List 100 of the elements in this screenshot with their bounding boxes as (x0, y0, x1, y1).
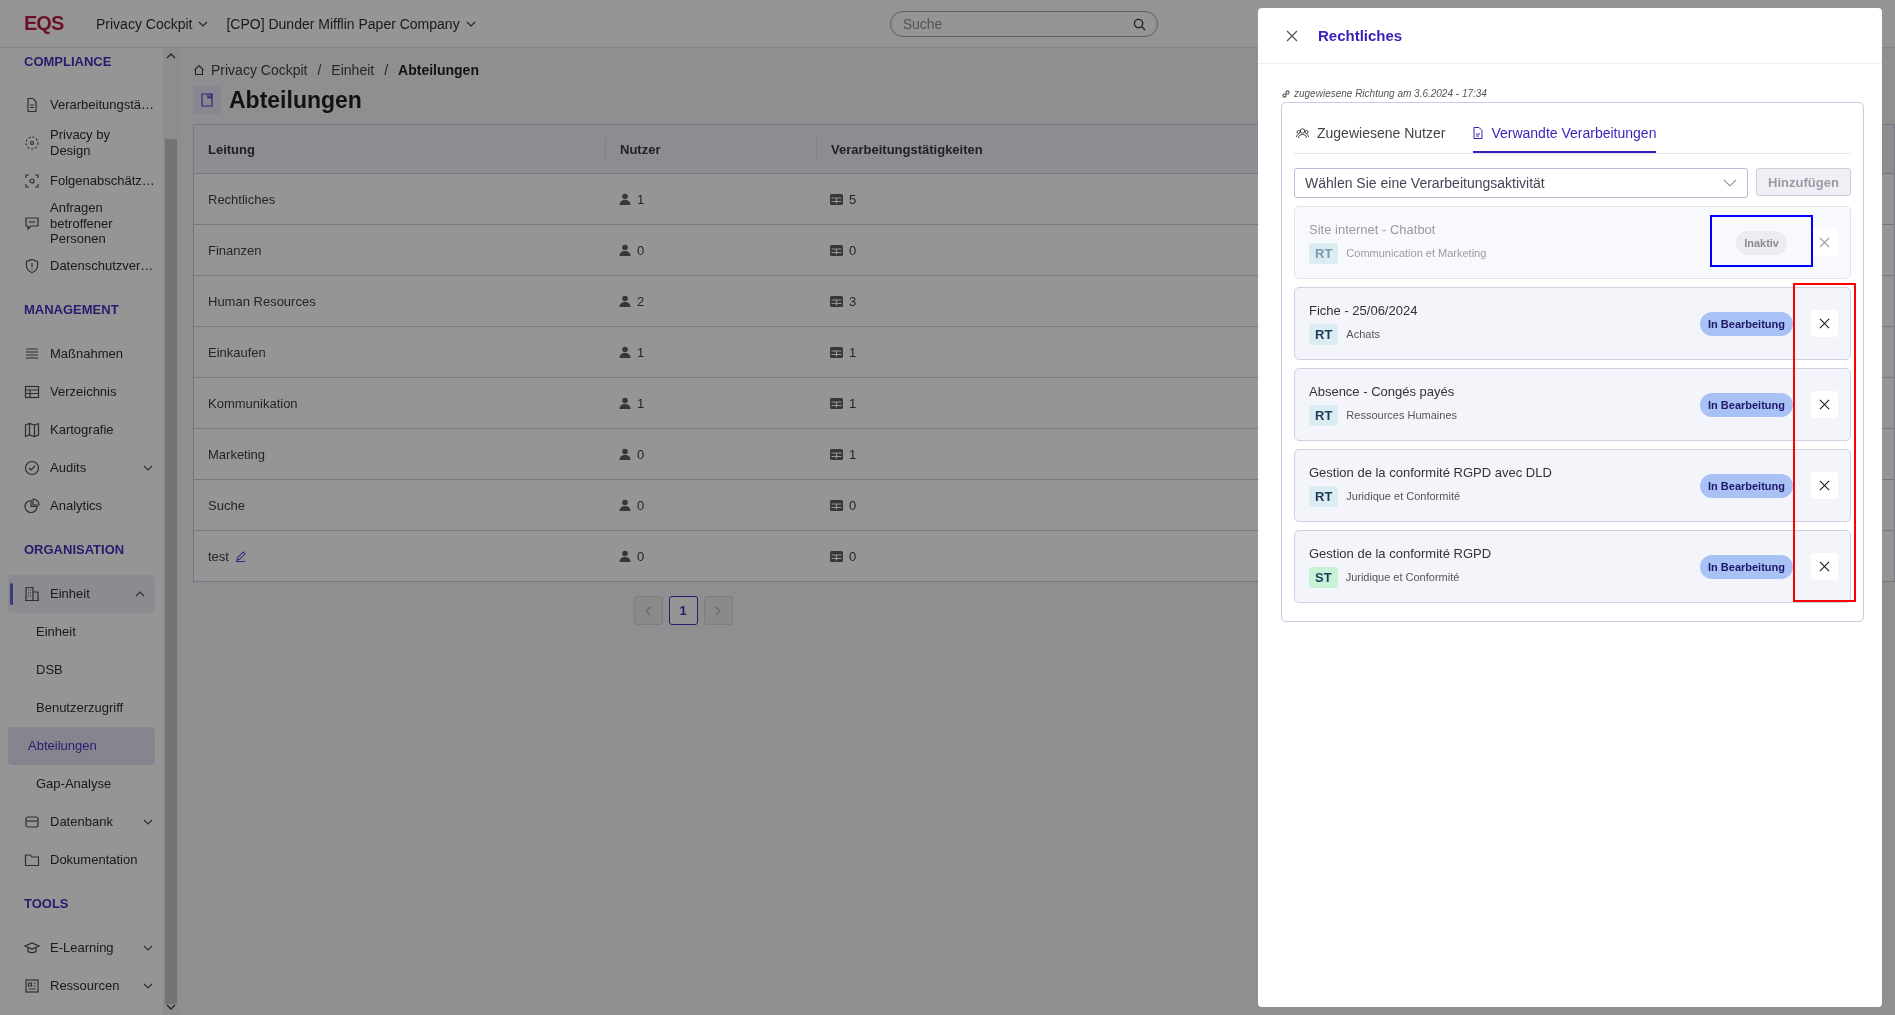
processing-title: Absence - Congés payés (1309, 383, 1456, 399)
nav-item[interactable]: Analytics (0, 486, 163, 525)
nav-subitem[interactable]: Abteilungen (8, 726, 155, 765)
user-count: 0 (637, 242, 645, 258)
type-tag: RT (1309, 485, 1339, 507)
chevron-right-icon (715, 605, 721, 616)
nav-subitem[interactable]: Einheit (8, 612, 155, 651)
department-label: Achats (1346, 328, 1380, 340)
remove-button[interactable] (1811, 229, 1838, 256)
activity-count: 3 (849, 293, 857, 309)
company-dropdown[interactable]: [CPO] Dunder Mifflin Paper Company (226, 15, 476, 32)
user-count: 0 (637, 548, 645, 564)
activity-count: 0 (849, 242, 857, 258)
news-icon (24, 977, 40, 994)
table-icon (830, 550, 843, 562)
chevron-down-icon (143, 944, 153, 951)
department-name[interactable]: Kommunikation (208, 395, 298, 411)
breadcrumb-current: Abteilungen (398, 62, 479, 78)
department-name[interactable]: Finanzen (208, 242, 262, 258)
close-icon (1819, 318, 1830, 329)
section-heading: COMPLIANCE (23, 52, 113, 71)
department-name[interactable]: Suche (208, 497, 245, 513)
breadcrumb-separator: / (317, 62, 322, 78)
nav-subitem[interactable]: Benutzerzugriff (8, 688, 155, 727)
activity-select[interactable]: Wählen Sie eine Verarbeitungsaktivität (1294, 168, 1748, 198)
page-title: Abteilungen (229, 86, 362, 114)
drawer-title: Rechtliches (1318, 27, 1403, 44)
status-badge: In Bearbeitung (1700, 554, 1793, 579)
department-label: Juridique et Conformité (1346, 490, 1461, 502)
activity-count: 1 (849, 446, 857, 462)
user-count: 0 (637, 497, 645, 513)
nav-item[interactable]: Anfragen betroffener Personen (0, 200, 163, 247)
nav-item[interactable]: Folgenabschätz… (0, 162, 163, 200)
chevron-down-icon (143, 464, 153, 471)
remove-button[interactable] (1811, 472, 1838, 499)
scan-icon (24, 173, 40, 189)
nav-item[interactable]: Ressourcen (0, 966, 163, 1005)
processing-item[interactable]: Absence - Congés payés RT Ressources Humaines In Bearbeitung (1294, 368, 1851, 441)
chevron-down-icon (143, 818, 153, 825)
logo[interactable]: EQS (24, 12, 96, 35)
table-icon (830, 448, 843, 460)
remove-button[interactable] (1811, 391, 1838, 418)
nav-item[interactable]: Privacy by Design (0, 124, 163, 162)
nav-item[interactable]: Verarbeitungstä… (0, 86, 163, 124)
processing-item[interactable]: Fiche - 25/06/2024 RT Achats In Bearbeitung (1294, 287, 1851, 360)
remove-button[interactable] (1811, 553, 1838, 580)
column-header[interactable]: Leitung (194, 137, 605, 161)
nav-item[interactable]: E-Learning (0, 928, 163, 967)
chat-icon (24, 215, 40, 232)
breadcrumb-link[interactable]: Einheit (331, 62, 375, 78)
tab[interactable]: Zugewiesene Nutzer (1296, 117, 1446, 153)
column-header[interactable]: Nutzer (605, 137, 816, 161)
department-label: Juridique et Conformité (1345, 571, 1460, 583)
status-badge: In Bearbeitung (1700, 311, 1793, 336)
nav-item[interactable]: Maßnahmen (0, 334, 163, 373)
user-count: 0 (637, 446, 645, 462)
department-name[interactable]: Human Resources (208, 293, 316, 309)
scrollbar[interactable] (163, 48, 179, 1015)
user-icon (619, 295, 631, 307)
nav-subitem[interactable]: Gap-Analyse (8, 764, 155, 803)
user-icon (619, 346, 631, 358)
close-icon (1819, 480, 1830, 491)
processing-item[interactable]: Gestion de la conformité RGPD avec DLD RT Juridique et Conformité In Bearbeitung (1294, 449, 1851, 522)
table-icon (830, 346, 843, 358)
page-icon (193, 86, 221, 114)
status-badge: In Bearbeitung (1700, 392, 1793, 417)
table-icon (830, 499, 843, 511)
breadcrumb-link[interactable]: Privacy Cockpit (211, 62, 308, 78)
nav-item[interactable]: Verzeichnis (0, 372, 163, 411)
pencil-icon[interactable] (234, 550, 246, 562)
product-dropdown[interactable]: Privacy Cockpit (96, 15, 209, 32)
page-button[interactable]: 1 (668, 596, 698, 625)
link-icon (1281, 88, 1291, 99)
user-icon (619, 397, 631, 409)
department-name[interactable]: Marketing (208, 446, 266, 462)
users-icon (1296, 127, 1309, 139)
remove-button[interactable] (1811, 310, 1838, 337)
department-name[interactable]: test (208, 548, 229, 564)
activity-count: 0 (849, 548, 857, 564)
nav-item[interactable]: Dokumentation (0, 840, 163, 879)
nav-subitem[interactable]: DSB (8, 650, 155, 689)
doc-icon (24, 97, 40, 113)
department-label: Ressources Humaines (1346, 409, 1457, 421)
nav-item[interactable]: Datenbank (0, 802, 163, 841)
processing-item[interactable]: Gestion de la conformité RGPD ST Juridique et Conformité In Bearbeitung (1294, 530, 1851, 603)
user-count: 1 (637, 344, 645, 360)
department-name[interactable]: Einkaufen (208, 344, 266, 360)
cap-icon (24, 939, 40, 956)
scroll-up-icon (166, 53, 176, 59)
search-field[interactable]: Suche (889, 10, 1158, 37)
processing-title: Fiche - 25/06/2024 (1309, 302, 1419, 318)
department-name[interactable]: Rechtliches (208, 191, 276, 207)
nav-item[interactable]: Kartografie (0, 410, 163, 449)
tab[interactable]: Verwandte Verarbeitungen (1473, 117, 1657, 153)
table-icon (24, 383, 40, 400)
nav-item[interactable]: Einheit (8, 574, 155, 613)
nav-item[interactable]: Datenschutzver… (0, 246, 163, 285)
user-icon (619, 550, 631, 562)
user-count: 2 (637, 293, 645, 309)
nav-item[interactable]: Audits (0, 448, 163, 487)
